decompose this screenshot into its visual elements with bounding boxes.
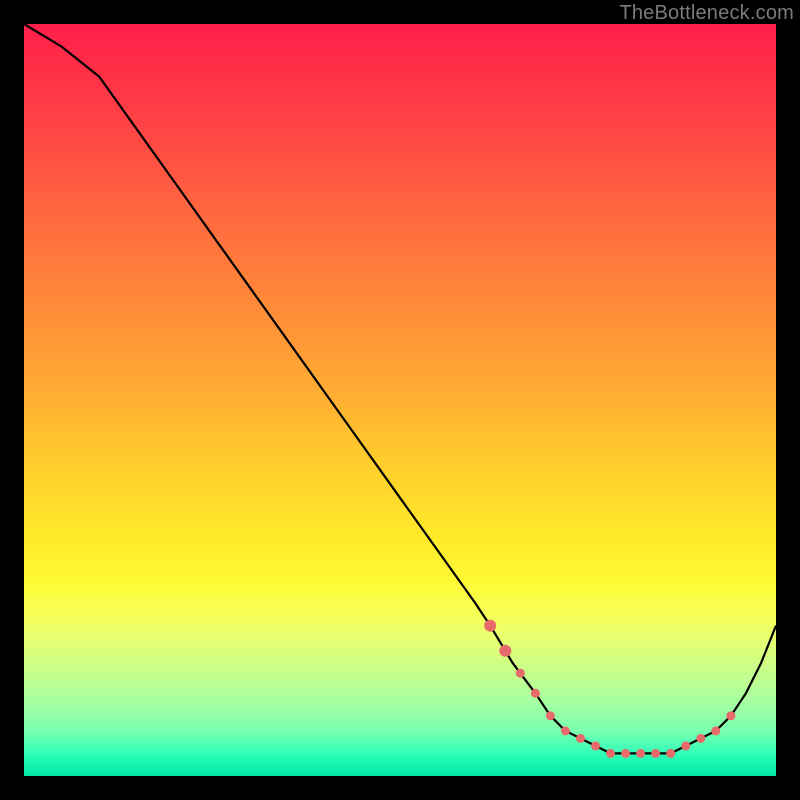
dot [621,749,630,758]
dot [681,741,690,750]
dot [546,711,555,720]
dot [576,734,585,743]
curve-dots [484,620,735,758]
dot [516,669,525,678]
dot [591,741,600,750]
watermark-text: TheBottleneck.com [619,2,794,25]
bottleneck-curve [24,24,776,776]
chart-frame: TheBottleneck.com [0,0,800,800]
dot [606,749,615,758]
dot [499,645,511,657]
dot [696,734,705,743]
dot [726,711,735,720]
dot [484,620,496,632]
dot [666,749,675,758]
dot [651,749,660,758]
dot [531,689,540,698]
plot-area [24,24,776,776]
dot [711,726,720,735]
curve-line [24,24,776,753]
dot [636,749,645,758]
dot [561,726,570,735]
